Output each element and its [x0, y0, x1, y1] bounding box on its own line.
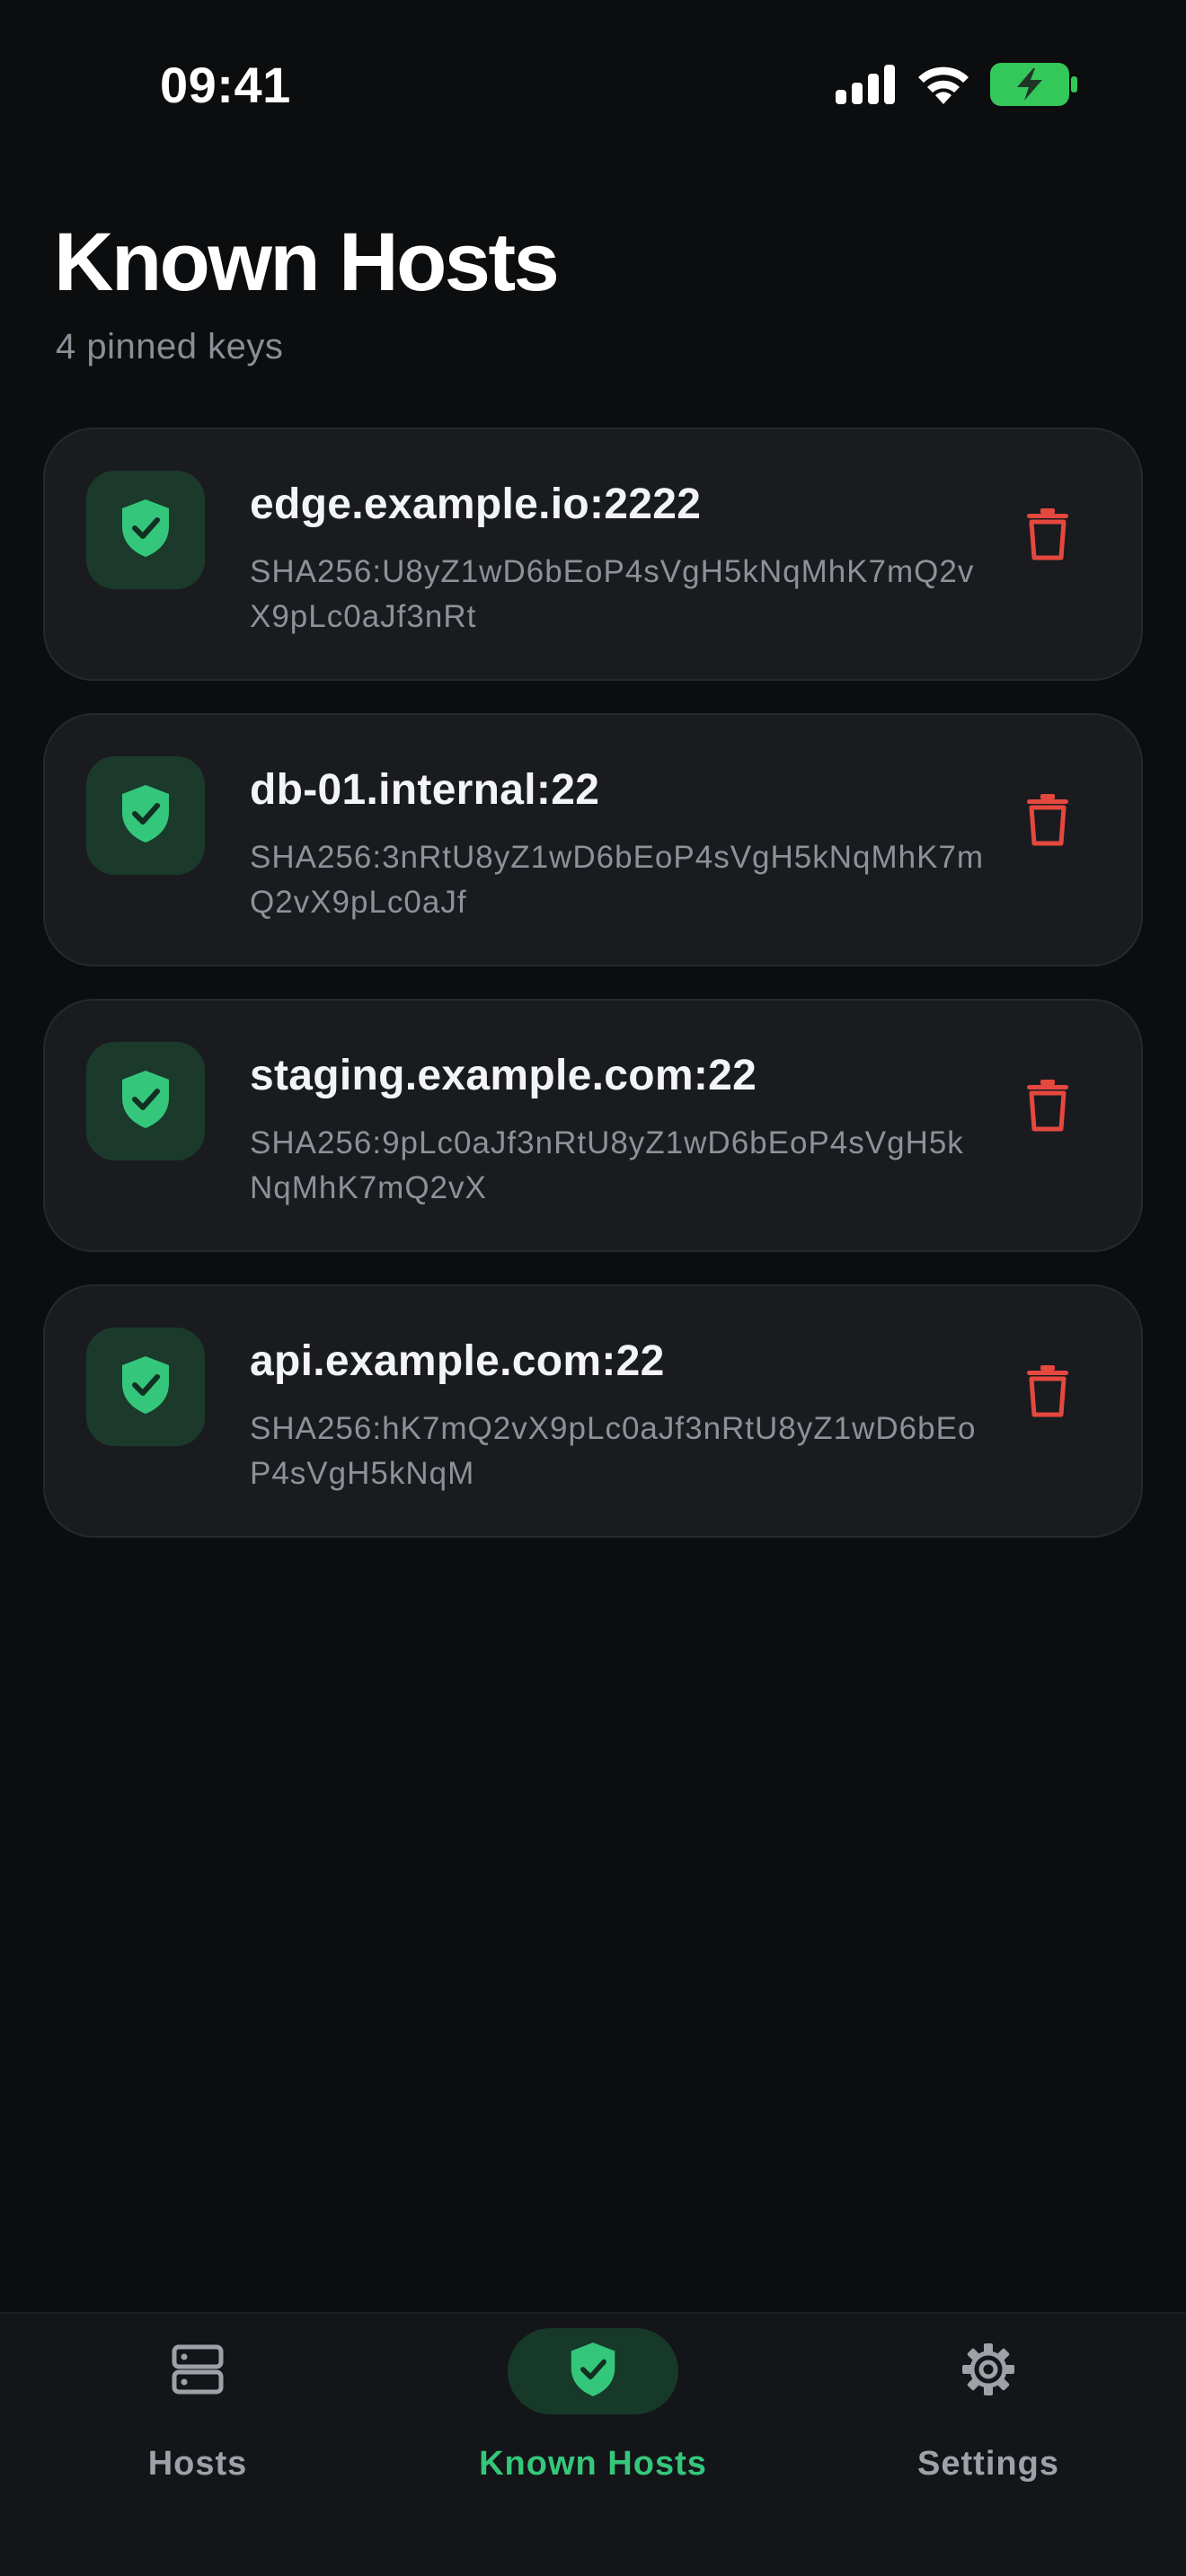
known-hosts-screen: 09:41 Known Hosts 4 pinned keys edge.exa… [0, 0, 1186, 2576]
server-icon [172, 2344, 224, 2399]
tab-bar: Hosts Known Hosts Settings [0, 2312, 1186, 2576]
host-name: db-01.internal:22 [250, 766, 600, 814]
trash-icon [1025, 507, 1070, 565]
status-bar: 09:41 [0, 0, 1186, 171]
tab-icon-container [508, 2328, 678, 2414]
host-card[interactable]: staging.example.com:22 SHA256:9pLc0aJf3n… [43, 999, 1143, 1252]
trash-icon [1025, 792, 1070, 851]
host-card[interactable]: db-01.internal:22 SHA256:3nRtU8yZ1wD6bEo… [43, 713, 1143, 966]
shield-check-icon [119, 1069, 173, 1134]
status-time: 09:41 [160, 57, 291, 113]
shield-check-icon [119, 1354, 173, 1420]
tab-label: Hosts [147, 2445, 248, 2483]
tab-icon-container [903, 2328, 1074, 2414]
shield-check-icon [568, 2341, 618, 2403]
shield-check-icon [119, 498, 173, 563]
tab-known-hosts[interactable]: Known Hosts [395, 2314, 791, 2520]
tab-hosts[interactable]: Hosts [0, 2314, 395, 2520]
host-fingerprint: SHA256:U8yZ1wD6bEoP4sVgH5kNqMhK7mQ2vX9pL… [250, 554, 975, 634]
host-name: api.example.com:22 [250, 1337, 665, 1385]
host-name: edge.example.io:2222 [250, 481, 702, 528]
verified-badge [86, 471, 205, 589]
tab-settings[interactable]: Settings [791, 2314, 1186, 2520]
host-fingerprint: SHA256:9pLc0aJf3nRtU8yZ1wD6bEoP4sVgH5kNq… [250, 1125, 964, 1205]
trash-icon [1025, 1363, 1070, 1422]
status-icons [836, 63, 1078, 110]
delete-button[interactable] [1012, 785, 1084, 857]
tab-label: Settings [917, 2445, 1059, 2483]
host-fingerprint: SHA256:3nRtU8yZ1wD6bEoP4sVgH5kNqMhK7mQ2v… [250, 840, 985, 920]
verified-badge [86, 1328, 205, 1446]
trash-icon [1025, 1078, 1070, 1136]
battery-charging-icon [990, 63, 1078, 110]
known-hosts-list: edge.example.io:2222 SHA256:U8yZ1wD6bEoP… [43, 428, 1143, 1570]
shield-check-icon [119, 783, 173, 849]
tab-label: Known Hosts [479, 2445, 707, 2483]
verified-badge [86, 756, 205, 875]
delete-button[interactable] [1012, 1071, 1084, 1142]
tab-icon-container [112, 2328, 283, 2414]
host-fingerprint: SHA256:hK7mQ2vX9pLc0aJf3nRtU8yZ1wD6bEoP4… [250, 1411, 977, 1491]
verified-badge [86, 1042, 205, 1160]
host-card[interactable]: edge.example.io:2222 SHA256:U8yZ1wD6bEoP… [43, 428, 1143, 681]
host-card[interactable]: api.example.com:22 SHA256:hK7mQ2vX9pLc0a… [43, 1284, 1143, 1538]
page-subtitle: 4 pinned keys [56, 327, 284, 366]
delete-button[interactable] [1012, 499, 1084, 571]
gear-icon [960, 2342, 1016, 2402]
delete-button[interactable] [1012, 1356, 1084, 1428]
host-name: staging.example.com:22 [250, 1052, 757, 1099]
wifi-icon [916, 65, 970, 109]
cellular-signal-icon [836, 65, 897, 109]
page-title: Known Hosts [54, 216, 560, 308]
